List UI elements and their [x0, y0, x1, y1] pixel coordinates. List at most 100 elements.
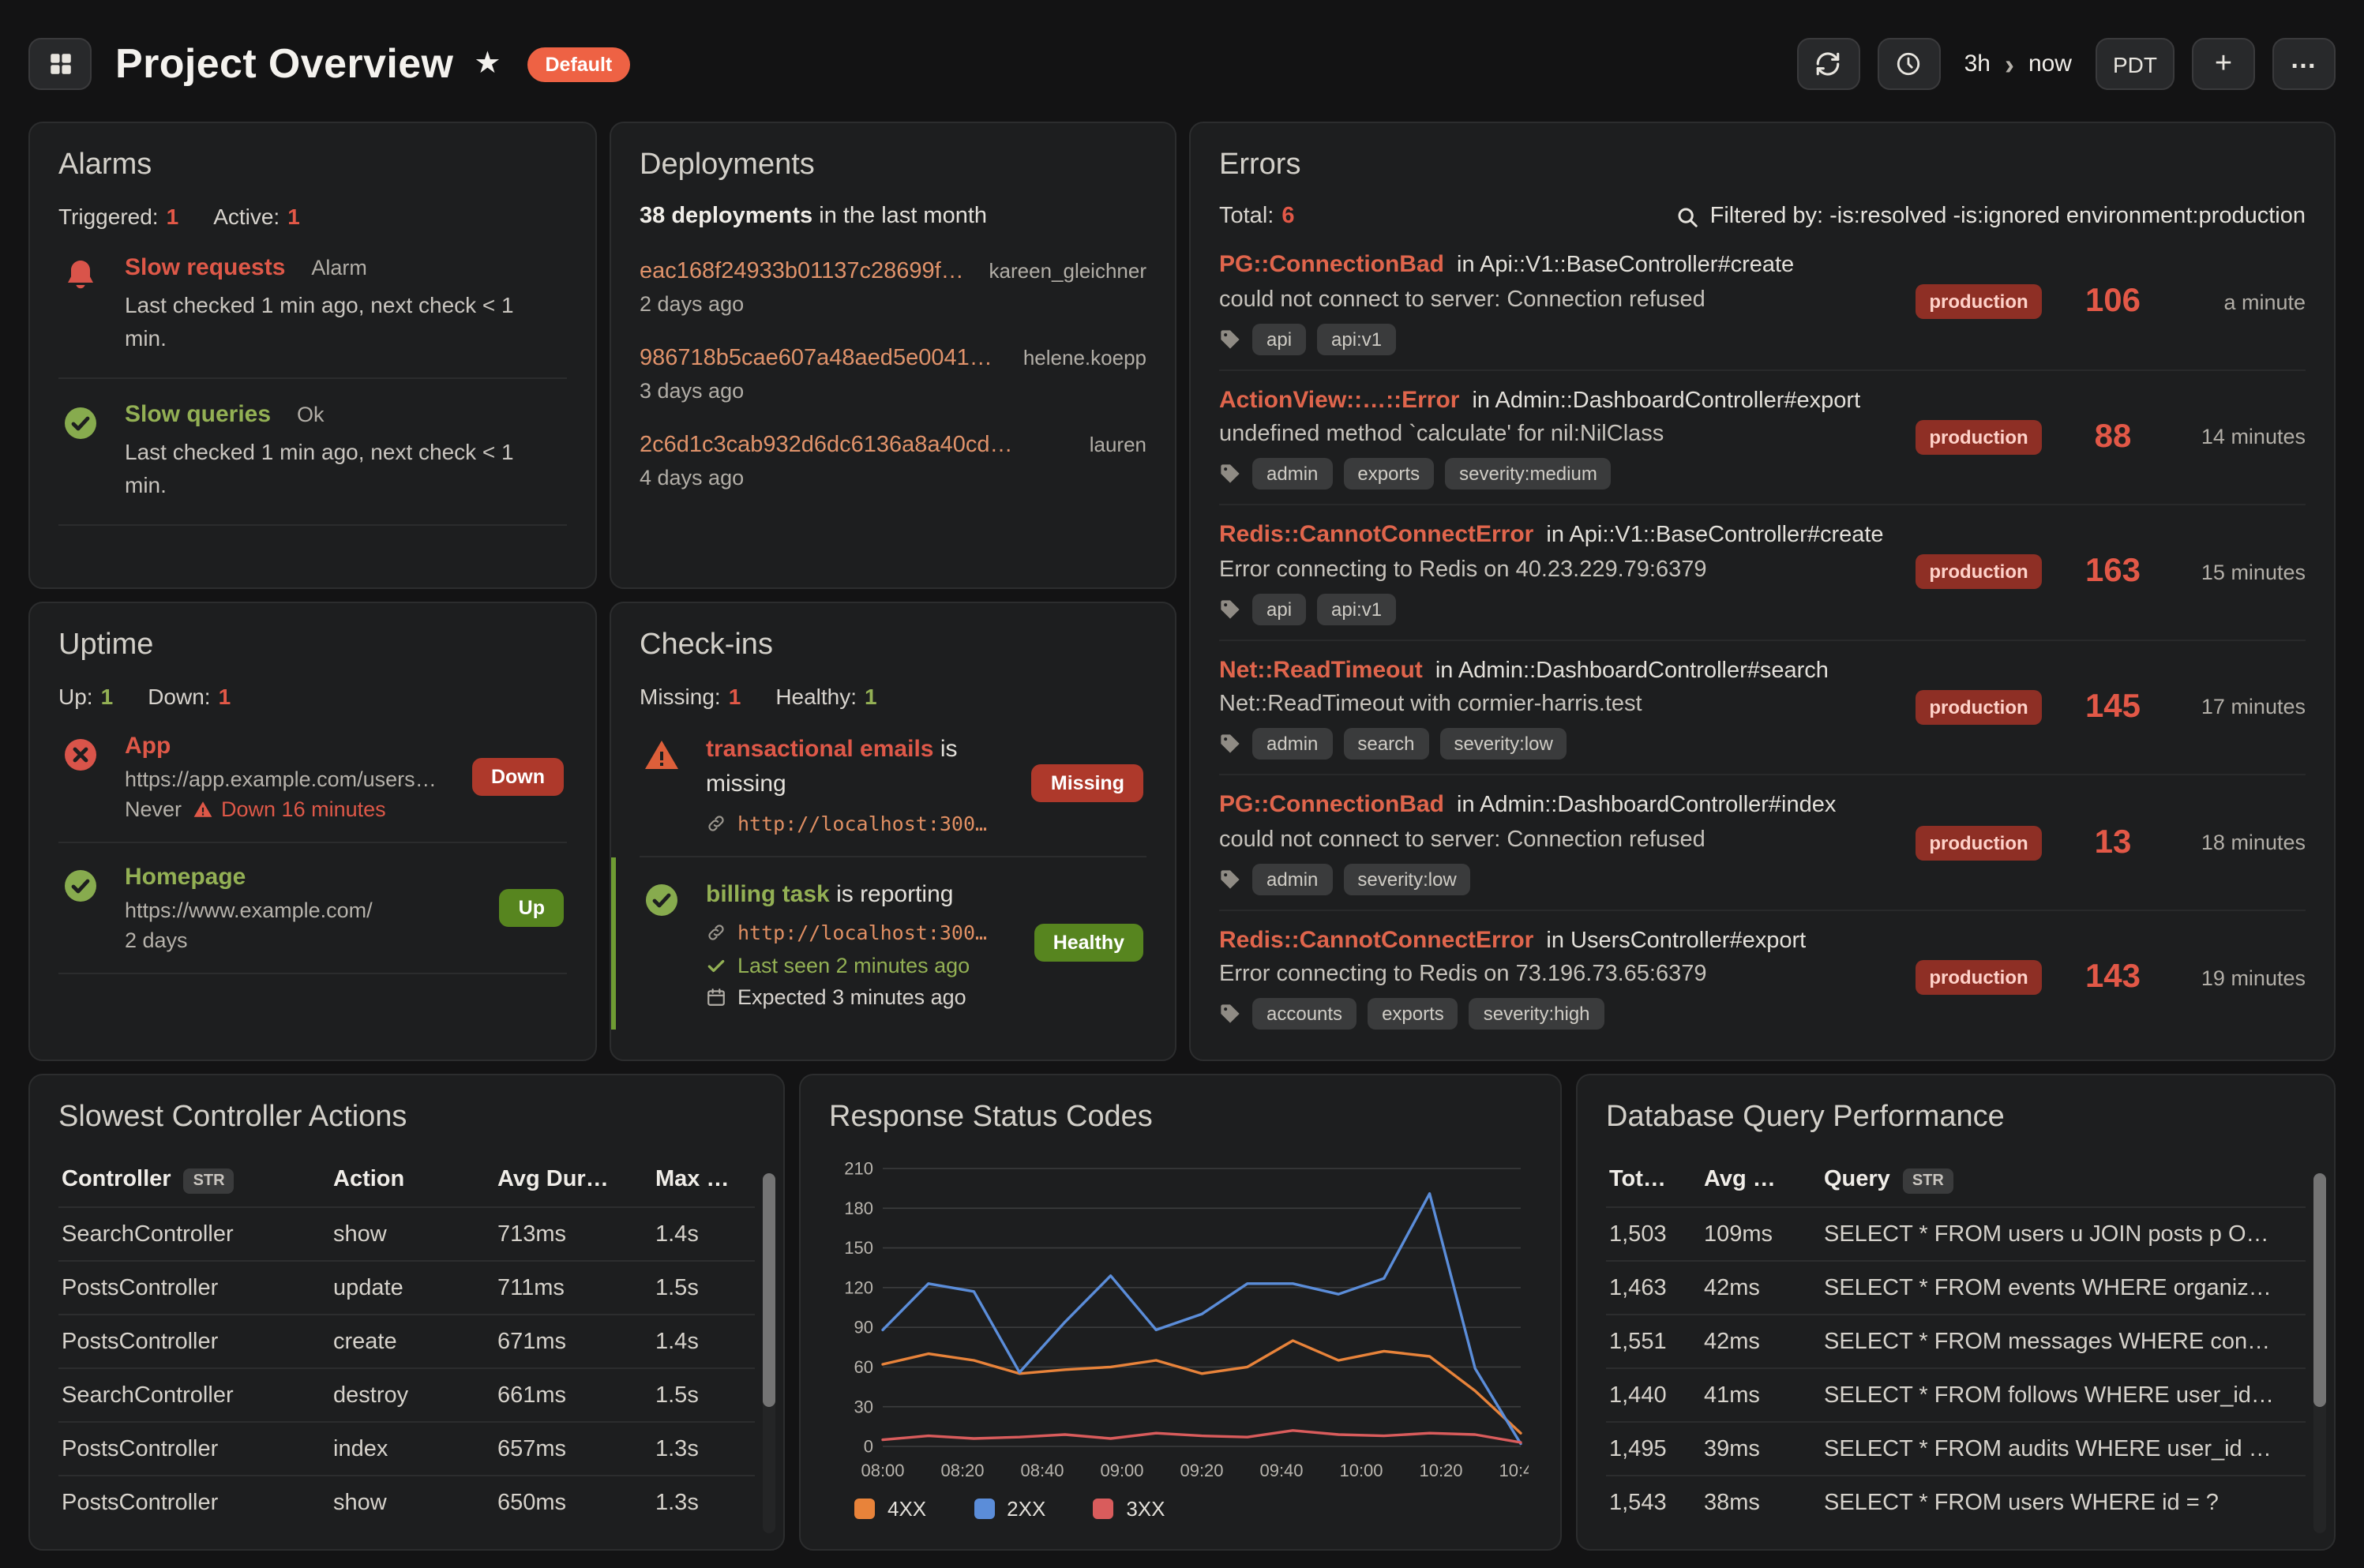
scrollbar-thumb[interactable]: [763, 1173, 775, 1407]
error-tag[interactable]: api:v1: [1317, 323, 1396, 354]
status-codes-chart: 030609012015018021008:0008:2008:4009:000…: [829, 1156, 1532, 1521]
table-row[interactable]: SearchControllershow713ms1.4s: [58, 1206, 755, 1260]
error-item[interactable]: Redis::CannotConnectError in UsersControl…: [1219, 911, 2306, 1045]
environment-badge[interactable]: production: [1915, 960, 2042, 995]
error-class-link[interactable]: PG::ConnectionBad: [1219, 251, 1444, 278]
alarms-triggered: Triggered:1: [58, 204, 178, 229]
legend-item[interactable]: 3XX: [1093, 1497, 1165, 1521]
error-tag[interactable]: search: [1343, 729, 1428, 760]
checkin-item[interactable]: billing task is reporting http://localho…: [611, 857, 1146, 1030]
site-meta: 2 days: [125, 928, 478, 952]
alarms-panel: Alarms Triggered:1 Active:1 Slow request…: [28, 122, 597, 589]
site-name-link[interactable]: Homepage: [125, 864, 246, 891]
site-last-check: Never: [125, 797, 182, 821]
column-header[interactable]: Avg …: [1704, 1167, 1824, 1192]
checkin-name-link[interactable]: billing task: [706, 880, 830, 907]
table-row[interactable]: PostsControllerupdate711ms1.5s: [58, 1260, 755, 1314]
checkin-name-link[interactable]: transactional emails: [706, 736, 933, 763]
error-tag[interactable]: severity:medium: [1445, 458, 1612, 490]
time-range-control[interactable]: 3h › now: [1958, 50, 2078, 78]
column-header[interactable]: Max …: [655, 1167, 755, 1192]
table-row[interactable]: 1,44041msSELECT * FROM follows WHERE use…: [1606, 1367, 2306, 1421]
error-main: Redis::CannotConnectError in UsersControl…: [1219, 925, 1892, 1030]
error-item[interactable]: Net::ReadTimeoutin Admin::DashboardContr…: [1219, 640, 2306, 775]
checkin-url-link[interactable]: http://localhost:300…: [737, 921, 987, 945]
error-context: in UsersController#export: [1546, 928, 1806, 954]
checkin-url-link[interactable]: http://localhost:300…: [737, 811, 987, 835]
deployment-item[interactable]: 2c6d1c3cab932d6dc6136a8a40cd2d… lauren 4…: [640, 418, 1146, 505]
error-item[interactable]: ActionView::…::Errorin Admin::DashboardC…: [1219, 370, 2306, 505]
time-history-button[interactable]: [1878, 38, 1941, 90]
scrollbar[interactable]: [2313, 1173, 2326, 1533]
error-tag[interactable]: severity:low: [1439, 729, 1567, 760]
environment-badge[interactable]: production: [1915, 555, 2042, 590]
table-row[interactable]: 1,503109msSELECT * FROM users u JOIN pos…: [1606, 1206, 2306, 1260]
column-header[interactable]: Tot…: [1609, 1167, 1704, 1192]
environment-badge[interactable]: production: [1915, 825, 2042, 860]
site-name-link[interactable]: App: [125, 733, 171, 760]
column-header[interactable]: ControllerSTR: [62, 1167, 333, 1192]
error-tag[interactable]: severity:low: [1343, 864, 1470, 895]
table-row[interactable]: 1,55142msSELECT * FROM messages WHERE co…: [1606, 1314, 2306, 1367]
alarm-item[interactable]: Slow queries Ok Last checked 1 min ago, …: [58, 379, 567, 526]
table-row[interactable]: 1,49539msSELECT * FROM audits WHERE user…: [1606, 1421, 2306, 1475]
favorite-star-icon[interactable]: ★: [474, 46, 501, 82]
error-class-link[interactable]: Net::ReadTimeout: [1219, 656, 1423, 683]
error-tag[interactable]: admin: [1252, 729, 1332, 760]
table-row[interactable]: PostsControllershow650ms1.3s: [58, 1475, 755, 1529]
deployment-item[interactable]: eac168f24933b01137c28699f… kareen_gleich…: [640, 245, 1146, 332]
refresh-button[interactable]: [1797, 38, 1860, 90]
legend-item[interactable]: 4XX: [854, 1497, 926, 1521]
svg-text:10:40: 10:40: [1499, 1461, 1529, 1480]
scrollbar-thumb[interactable]: [2313, 1173, 2326, 1407]
error-tag[interactable]: api: [1252, 323, 1306, 354]
column-header[interactable]: Avg Dur…: [497, 1167, 655, 1192]
svg-text:0: 0: [864, 1437, 873, 1457]
line-chart[interactable]: 030609012015018021008:0008:2008:4009:000…: [829, 1156, 1529, 1487]
error-tag[interactable]: admin: [1252, 458, 1332, 490]
error-tag[interactable]: admin: [1252, 864, 1332, 895]
table-row[interactable]: PostsControllercreate671ms1.4s: [58, 1314, 755, 1367]
error-item[interactable]: Redis::CannotConnectErrorin Api::V1::Bas…: [1219, 505, 2306, 640]
scrollbar[interactable]: [763, 1173, 775, 1533]
alarm-item[interactable]: Slow requests Alarm Last checked 1 min a…: [58, 232, 567, 379]
error-class-link[interactable]: Redis::CannotConnectError: [1219, 521, 1533, 548]
page-title: Project Overview: [115, 39, 453, 88]
alarm-name-link[interactable]: Slow queries: [125, 401, 271, 428]
checkin-item[interactable]: transactional emails is missing http://l…: [640, 712, 1146, 857]
environment-badge[interactable]: production: [1915, 420, 2042, 455]
deployment-item[interactable]: 986718b5cae607a48aed5e0041… helene.koepp…: [640, 332, 1146, 418]
error-tag[interactable]: api:v1: [1317, 593, 1396, 625]
error-item[interactable]: PG::ConnectionBadin Api::V1::BaseControl…: [1219, 235, 2306, 370]
errors-filter[interactable]: Filtered by: -is:resolved -is:ignored en…: [1675, 204, 2306, 229]
environment-badge[interactable]: production: [1915, 285, 2042, 320]
table-row[interactable]: SearchControllerdestroy661ms1.5s: [58, 1367, 755, 1421]
error-tag[interactable]: severity:high: [1469, 999, 1604, 1030]
environment-badge[interactable]: production: [1915, 690, 2042, 725]
deployment-sha-link[interactable]: eac168f24933b01137c28699f…: [640, 259, 964, 284]
deployment-sha-link[interactable]: 986718b5cae607a48aed5e0041…: [640, 346, 993, 371]
error-tag[interactable]: accounts: [1252, 999, 1356, 1030]
error-class-link[interactable]: PG::ConnectionBad: [1219, 792, 1444, 819]
table-row[interactable]: PostsControllerindex657ms1.3s: [58, 1421, 755, 1475]
error-tag[interactable]: exports: [1343, 458, 1434, 490]
column-header[interactable]: QuerySTR: [1824, 1167, 2306, 1192]
timezone-button[interactable]: PDT: [2096, 38, 2175, 90]
more-menu-button[interactable]: …: [2272, 38, 2336, 90]
error-class-link[interactable]: ActionView::…::Error: [1219, 386, 1459, 413]
uptime-site-item[interactable]: Homepage https://www.example.com/ 2 days…: [58, 843, 567, 974]
error-class-link[interactable]: Redis::CannotConnectError: [1219, 927, 1533, 954]
table-row[interactable]: 1,46342msSELECT * FROM events WHERE orga…: [1606, 1260, 2306, 1314]
column-header[interactable]: Action: [333, 1167, 497, 1192]
deployment-sha-link[interactable]: 2c6d1c3cab932d6dc6136a8a40cd2d…: [640, 433, 1015, 458]
error-tag[interactable]: exports: [1368, 999, 1458, 1030]
alarm-name-link[interactable]: Slow requests: [125, 254, 285, 281]
add-panel-button[interactable]: +: [2192, 38, 2255, 90]
uptime-site-item[interactable]: App https://app.example.com/users/si… Ne…: [58, 712, 567, 843]
apps-grid-button[interactable]: [28, 38, 92, 90]
legend-item[interactable]: 2XX: [974, 1497, 1045, 1521]
column-type-badge: STR: [1903, 1168, 1953, 1193]
error-item[interactable]: PG::ConnectionBadin Admin::DashboardCont…: [1219, 776, 2306, 911]
error-tag[interactable]: api: [1252, 593, 1306, 625]
table-row[interactable]: 1,54338msSELECT * FROM users WHERE id = …: [1606, 1475, 2306, 1529]
